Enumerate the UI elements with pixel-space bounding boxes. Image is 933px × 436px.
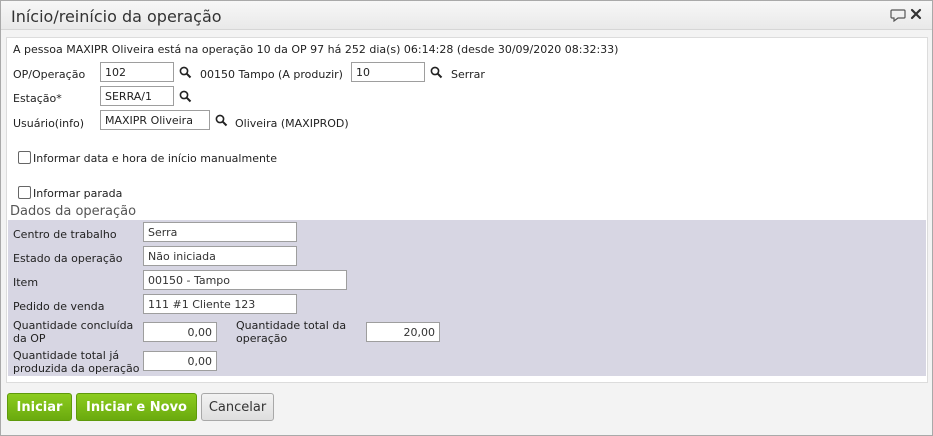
qty-total-op-field	[366, 322, 440, 342]
item-field	[143, 270, 347, 290]
start-button[interactable]: Iniciar	[7, 393, 72, 421]
qty-done-op-label-line2: da OP	[13, 332, 46, 345]
dialog-title: Início/reinício da operação	[11, 7, 222, 26]
inform-stop-checkbox[interactable]	[18, 186, 31, 199]
user-input[interactable]	[100, 110, 210, 130]
search-icon[interactable]	[179, 66, 192, 79]
user-label: Usuário(info)	[13, 117, 85, 130]
search-icon[interactable]	[179, 90, 192, 103]
operation-input[interactable]	[351, 62, 425, 82]
section-title: Dados da operação	[10, 204, 137, 219]
manual-datetime-checkbox[interactable]	[18, 151, 31, 164]
station-input[interactable]	[100, 86, 174, 106]
qty-done-op-field	[143, 322, 217, 342]
op-description: 00150 Tampo (A produzir)	[200, 68, 343, 81]
qty-produced-label: Quantidade total já	[13, 349, 120, 362]
operation-info-text: A pessoa MAXIPR Oliveira está na operaçã…	[13, 43, 619, 56]
state-label: Estado da operação	[13, 252, 123, 265]
qty-total-op-label-line2: operação	[236, 332, 288, 345]
search-icon[interactable]	[215, 114, 228, 127]
operation-data-panel: Centro de trabalho Estado da operação It…	[8, 220, 926, 376]
dialog-titlebar: Início/reinício da operação	[1, 1, 932, 30]
qty-produced-label-line2: produzida da operação	[13, 362, 140, 375]
op-label: OP/Operação	[13, 68, 86, 81]
item-label: Item	[13, 276, 39, 289]
start-new-button[interactable]: Iniciar e Novo	[76, 393, 197, 421]
user-description: Oliveira (MAXIPROD)	[235, 117, 349, 130]
station-label: Estação*	[13, 92, 62, 105]
close-icon[interactable]	[909, 7, 923, 21]
operation-description: Serrar	[451, 68, 485, 81]
dialog: Início/reinício da operação A pessoa MAX…	[0, 0, 933, 436]
dialog-content: A pessoa MAXIPR Oliveira está na operaçã…	[6, 37, 928, 383]
qty-produced-field	[143, 351, 217, 371]
cancel-button[interactable]: Cancelar	[201, 393, 274, 421]
chat-icon[interactable]	[890, 8, 906, 22]
inform-stop-label: Informar parada	[33, 187, 123, 200]
state-field	[143, 246, 297, 266]
qty-total-op-label: Quantidade total da	[236, 319, 347, 332]
work-center-field	[143, 222, 297, 242]
sales-order-label: Pedido de venda	[13, 300, 105, 313]
qty-done-op-label: Quantidade concluída	[13, 319, 134, 332]
search-icon[interactable]	[430, 66, 443, 79]
sales-order-field	[143, 294, 297, 314]
op-input[interactable]	[100, 62, 174, 82]
work-center-label: Centro de trabalho	[13, 228, 117, 241]
manual-datetime-label: Informar data e hora de início manualmen…	[33, 152, 278, 165]
